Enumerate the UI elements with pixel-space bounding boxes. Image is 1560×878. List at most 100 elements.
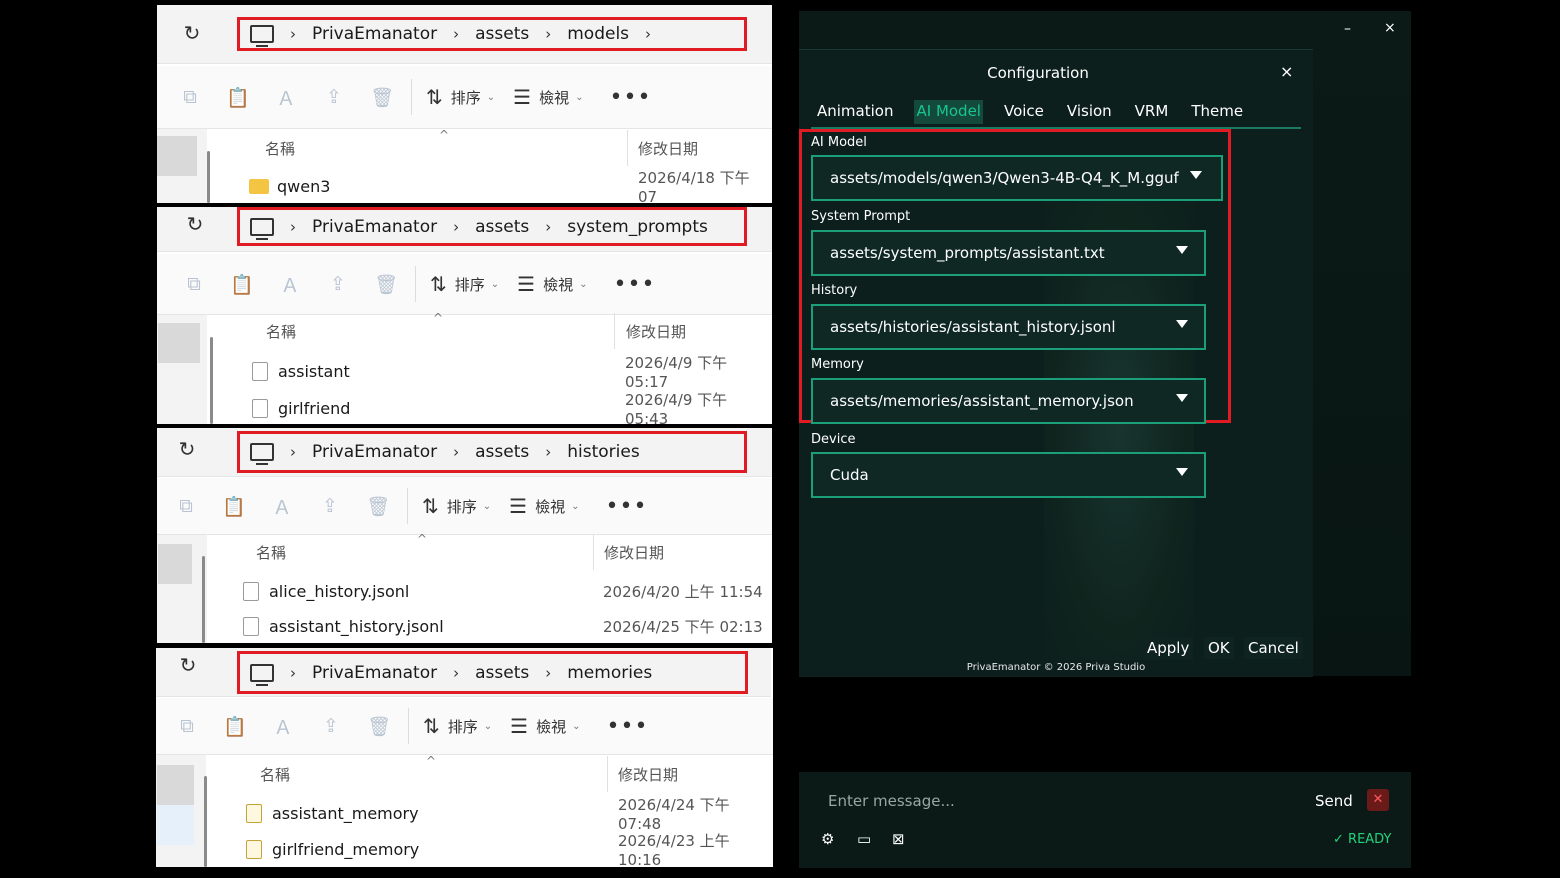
- tab-voice[interactable]: Voice: [1002, 100, 1046, 124]
- header-name[interactable]: 名稱: [265, 138, 295, 159]
- more-icon[interactable]: •••: [614, 272, 656, 297]
- copy-icon[interactable]: ⧉: [171, 495, 201, 517]
- scrollbar[interactable]: [207, 151, 210, 203]
- delete-icon[interactable]: 🗑: [367, 86, 397, 109]
- header-name[interactable]: 名稱: [256, 542, 286, 563]
- refresh-icon[interactable]: ↻: [179, 20, 205, 46]
- header-date[interactable]: 修改日期: [626, 321, 686, 342]
- delete-icon[interactable]: 🗑: [363, 495, 393, 518]
- gear-icon[interactable]: ⚙: [821, 830, 834, 848]
- more-icon[interactable]: •••: [606, 494, 648, 519]
- share-icon[interactable]: ⇪: [319, 86, 349, 108]
- tab-ai-model[interactable]: AI Model: [914, 100, 983, 124]
- refresh-icon[interactable]: ↻: [182, 211, 208, 237]
- tab-vision[interactable]: Vision: [1065, 100, 1114, 124]
- chevron-right-icon[interactable]: ›: [645, 25, 651, 43]
- breadcrumb-item[interactable]: assets: [475, 217, 529, 237]
- history-select[interactable]: assets/histories/assistant_history.jsonl: [811, 304, 1206, 350]
- list-item[interactable]: assistant_memory 2026/4/24 下午 07:48: [246, 796, 773, 833]
- list-item[interactable]: girlfriend_memory 2026/4/23 上午 10:16: [246, 832, 773, 867]
- paste-icon[interactable]: 📋: [220, 715, 250, 738]
- mic-muted-icon[interactable]: ✕: [1367, 789, 1389, 811]
- sort-button[interactable]: ⇅ 排序 ⌄: [423, 714, 492, 738]
- navigation-item[interactable]: [157, 805, 194, 845]
- delete-icon[interactable]: 🗑: [371, 273, 401, 296]
- view-button[interactable]: ☰ 檢視 ⌄: [517, 272, 587, 296]
- breadcrumb-item[interactable]: assets: [475, 24, 529, 44]
- sort-button[interactable]: ⇅ 排序 ⌄: [426, 85, 495, 109]
- breadcrumb-item[interactable]: PrivaEmanator: [312, 217, 437, 237]
- view-button[interactable]: ☰ 檢視 ⌄: [513, 85, 583, 109]
- header-date[interactable]: 修改日期: [618, 764, 678, 785]
- breadcrumb-item[interactable]: PrivaEmanator: [312, 442, 437, 462]
- header-date[interactable]: 修改日期: [638, 138, 698, 159]
- navigation-item[interactable]: [158, 544, 192, 584]
- column-divider[interactable]: [607, 756, 608, 792]
- ai-model-select[interactable]: assets/models/qwen3/Qwen3-4B-Q4_K_M.gguf: [811, 155, 1223, 201]
- message-input[interactable]: Enter message...: [828, 792, 955, 810]
- list-item[interactable]: qwen3 2026/4/18 下午 07: [249, 169, 772, 203]
- header-name[interactable]: 名稱: [260, 764, 290, 785]
- system-prompt-select[interactable]: assets/system_prompts/assistant.txt: [811, 230, 1206, 276]
- breadcrumb-item[interactable]: models: [567, 24, 629, 44]
- share-icon[interactable]: ⇪: [323, 273, 353, 295]
- breadcrumb-item[interactable]: PrivaEmanator: [312, 24, 437, 44]
- share-icon[interactable]: ⇪: [316, 715, 346, 737]
- breadcrumb-item[interactable]: assets: [475, 442, 529, 462]
- paste-icon[interactable]: 📋: [219, 495, 249, 518]
- breadcrumb[interactable]: › PrivaEmanator › assets › histories: [237, 431, 747, 473]
- no-image-icon[interactable]: ⊠: [892, 830, 905, 848]
- scrollbar[interactable]: [202, 556, 205, 643]
- apply-button[interactable]: Apply: [1143, 637, 1194, 659]
- breadcrumb-item[interactable]: assets: [475, 663, 529, 683]
- paste-icon[interactable]: 📋: [223, 86, 253, 109]
- breadcrumb[interactable]: › PrivaEmanator › assets › memories: [237, 651, 748, 694]
- sort-button[interactable]: ⇅ 排序 ⌄: [422, 494, 491, 518]
- ok-button[interactable]: OK: [1204, 637, 1234, 659]
- send-button[interactable]: Send: [1315, 792, 1353, 810]
- column-divider[interactable]: [593, 534, 594, 570]
- minimize-button[interactable]: –: [1344, 21, 1351, 37]
- breadcrumb[interactable]: › PrivaEmanator › assets › system_prompt…: [237, 207, 747, 246]
- refresh-icon[interactable]: ↻: [174, 436, 200, 462]
- refresh-icon[interactable]: ↻: [175, 652, 201, 678]
- paste-icon[interactable]: 📋: [227, 273, 257, 296]
- list-item[interactable]: girlfriend 2026/4/9 下午 05:43: [252, 391, 772, 424]
- memory-select[interactable]: assets/memories/assistant_memory.json: [811, 378, 1206, 424]
- rename-icon[interactable]: Ａ: [271, 84, 301, 111]
- breadcrumb-item[interactable]: memories: [567, 663, 652, 683]
- navigation-item[interactable]: [157, 765, 194, 805]
- breadcrumb-item[interactable]: PrivaEmanator: [312, 663, 437, 683]
- window-close-button[interactable]: ×: [1384, 20, 1396, 36]
- list-item[interactable]: assistant_history.jsonl 2026/4/25 下午 02:…: [243, 610, 772, 642]
- header-name[interactable]: 名稱: [266, 321, 296, 342]
- dialog-close-button[interactable]: ×: [1280, 62, 1293, 81]
- rename-icon[interactable]: Ａ: [267, 493, 297, 520]
- scrollbar[interactable]: [204, 776, 207, 867]
- list-item[interactable]: assistant 2026/4/9 下午 05:17: [252, 354, 772, 391]
- tab-theme[interactable]: Theme: [1189, 100, 1245, 124]
- delete-icon[interactable]: 🗑: [364, 715, 394, 738]
- header-date[interactable]: 修改日期: [604, 542, 664, 563]
- navigation-item[interactable]: [158, 323, 200, 363]
- view-button[interactable]: ☰ 檢視 ⌄: [509, 494, 579, 518]
- list-item[interactable]: alice_history.jsonl 2026/4/20 上午 11:54: [243, 575, 772, 607]
- share-icon[interactable]: ⇪: [315, 495, 345, 517]
- copy-icon[interactable]: ⧉: [175, 86, 205, 108]
- scrollbar[interactable]: [210, 337, 213, 424]
- column-divider[interactable]: [627, 130, 628, 166]
- breadcrumb[interactable]: › PrivaEmanator › assets › models ›: [237, 17, 747, 51]
- rename-icon[interactable]: Ａ: [268, 713, 298, 740]
- more-icon[interactable]: •••: [610, 85, 652, 110]
- more-icon[interactable]: •••: [607, 714, 649, 739]
- tab-vrm[interactable]: VRM: [1133, 100, 1171, 124]
- tab-animation[interactable]: Animation: [815, 100, 895, 124]
- column-divider[interactable]: [614, 313, 615, 349]
- breadcrumb-item[interactable]: histories: [567, 442, 639, 462]
- view-button[interactable]: ☰ 檢視 ⌄: [510, 714, 580, 738]
- breadcrumb-item[interactable]: system_prompts: [567, 217, 708, 237]
- rename-icon[interactable]: Ａ: [275, 271, 305, 298]
- copy-icon[interactable]: ⧉: [179, 273, 209, 295]
- device-select[interactable]: Cuda: [811, 452, 1206, 498]
- sort-button[interactable]: ⇅ 排序 ⌄: [430, 272, 499, 296]
